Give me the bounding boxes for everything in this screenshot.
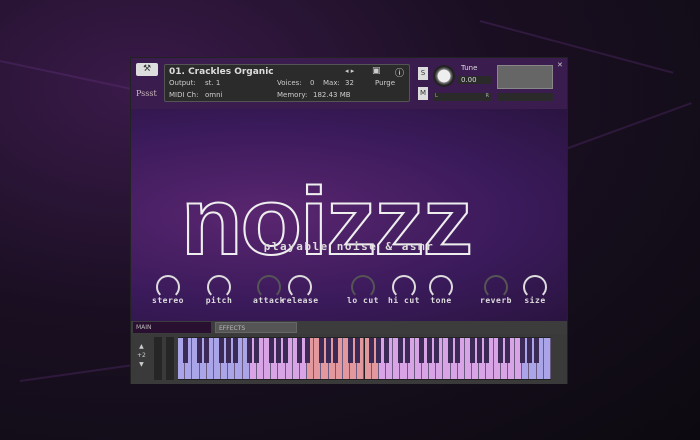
tab-effects[interactable]: EFFECTS	[215, 322, 297, 333]
black-key[interactable]	[333, 338, 339, 363]
black-key[interactable]	[268, 338, 274, 363]
piano-keyboard[interactable]	[178, 337, 551, 380]
pan-right-label: R	[485, 93, 489, 99]
black-key[interactable]	[469, 338, 475, 363]
tab-main[interactable]: MAIN	[133, 322, 211, 333]
camera-icon[interactable]: ▣	[372, 66, 381, 76]
product-title: noizzz	[180, 167, 474, 276]
knob-label: tone	[430, 296, 452, 305]
voices-label: Voices:	[277, 79, 302, 87]
black-key[interactable]	[182, 338, 188, 363]
voices-value: 0	[310, 79, 315, 87]
knob-label: reverb	[480, 296, 512, 305]
memory-label: Memory:	[277, 91, 308, 99]
pan-left-label: L	[435, 93, 438, 99]
black-key[interactable]	[455, 338, 461, 363]
black-key[interactable]	[526, 338, 532, 363]
close-icon[interactable]: ✕	[557, 61, 563, 69]
knob-label: stereo	[152, 296, 184, 305]
knob-label: pitch	[205, 296, 233, 305]
output-value[interactable]: st. 1	[205, 79, 220, 87]
black-key[interactable]	[283, 338, 289, 363]
purge-button[interactable]: Purge	[375, 79, 395, 87]
knob-label: size	[524, 296, 546, 305]
black-key[interactable]	[433, 338, 439, 363]
memory-value: 182.43 MB	[313, 91, 351, 99]
black-key[interactable]	[419, 338, 425, 363]
black-key[interactable]	[318, 338, 324, 363]
black-key[interactable]	[225, 338, 231, 363]
prev-next-icon[interactable]: ◂ ▸	[345, 67, 354, 75]
pan-slider[interactable]: LR	[433, 93, 491, 101]
knob-label: hi cut	[388, 296, 420, 305]
black-key[interactable]	[405, 338, 411, 363]
knob-label: release	[281, 296, 319, 305]
wrench-icon[interactable]: ⚒	[136, 63, 158, 76]
knob-label: attack	[253, 296, 285, 305]
black-key[interactable]	[326, 338, 332, 363]
info-icon[interactable]: ⓘ	[395, 66, 404, 79]
pitch-wheel[interactable]	[154, 337, 162, 380]
tab-bar: MAIN EFFECTS	[131, 321, 567, 334]
black-key[interactable]	[232, 338, 238, 363]
white-key[interactable]	[543, 338, 551, 379]
main-panel: noizzz playable noise & asmr stereo pitch…	[131, 109, 567, 321]
black-key[interactable]	[297, 338, 303, 363]
black-key[interactable]	[376, 338, 382, 363]
black-key[interactable]	[426, 338, 432, 363]
black-key[interactable]	[383, 338, 389, 363]
black-key[interactable]	[476, 338, 482, 363]
output-label: Output:	[169, 79, 196, 87]
black-key[interactable]	[247, 338, 253, 363]
black-key[interactable]	[483, 338, 489, 363]
logo: Pssst	[136, 89, 157, 98]
black-key[interactable]	[498, 338, 504, 363]
midi-value[interactable]: omni	[205, 91, 222, 99]
solo-button[interactable]: S	[418, 67, 428, 80]
mod-wheel[interactable]	[166, 337, 174, 380]
black-key[interactable]	[448, 338, 454, 363]
black-key[interactable]	[354, 338, 360, 363]
black-key[interactable]	[275, 338, 281, 363]
black-key[interactable]	[369, 338, 375, 363]
black-key[interactable]	[347, 338, 353, 363]
black-key[interactable]	[519, 338, 525, 363]
instrument-window: ⚒ Pssst 01. Crackles Organic ◂ ▸ ▣ ⓘ Out…	[130, 57, 568, 384]
black-key[interactable]	[254, 338, 260, 363]
octave-value: +2	[137, 352, 146, 359]
keyboard-area: ▲ +2 ▼	[131, 334, 567, 384]
max-value[interactable]: 32	[345, 79, 354, 87]
volume-slider[interactable]	[497, 93, 553, 101]
instrument-header: ⚒ Pssst 01. Crackles Organic ◂ ▸ ▣ ⓘ Out…	[131, 58, 567, 109]
black-key[interactable]	[204, 338, 210, 363]
black-key[interactable]	[505, 338, 511, 363]
tune-value[interactable]: 0.00	[457, 76, 491, 84]
black-key[interactable]	[197, 338, 203, 363]
tune-label: Tune	[461, 64, 478, 72]
black-key[interactable]	[534, 338, 540, 363]
mute-button[interactable]: M	[418, 87, 428, 100]
product-subtitle: playable noise & asmr	[263, 240, 435, 253]
midi-label: MIDI Ch:	[169, 91, 199, 99]
instrument-info: 01. Crackles Organic ◂ ▸ ▣ ⓘ Output: st.…	[164, 64, 410, 102]
level-meter	[497, 65, 553, 89]
black-key[interactable]	[304, 338, 310, 363]
black-key[interactable]	[397, 338, 403, 363]
octave-control[interactable]: ▲ +2 ▼	[137, 342, 146, 369]
knob-label: lo cut	[347, 296, 379, 305]
instrument-name[interactable]: 01. Crackles Organic	[169, 67, 274, 77]
tune-knob[interactable]	[433, 65, 455, 87]
black-key[interactable]	[218, 338, 224, 363]
tune-display: Tune 0.00	[457, 64, 491, 89]
max-label: Max:	[323, 79, 340, 87]
